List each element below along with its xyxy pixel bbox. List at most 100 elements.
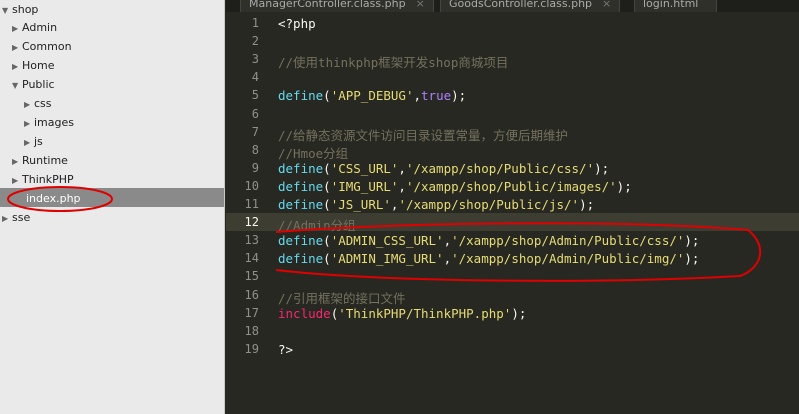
code-token: 'APP_DEBUG' <box>330 88 414 104</box>
chevron-right-icon[interactable]: ▶ <box>12 38 22 57</box>
tree-item-label: Home <box>22 59 55 72</box>
code-token: ); <box>684 233 700 249</box>
code-token: '/xampp/shop/Admin/Public/img/' <box>451 251 685 267</box>
tab-manager-controller[interactable]: ManagerController.class.php × <box>240 0 434 12</box>
line-number: 5 <box>251 88 259 103</box>
code-editor[interactable]: 1 2 3 4 5 6 7 8 9 10 11 12 13 14 15 16 17 18 19 <?php//使用t… <box>226 12 799 414</box>
code-token: '/xampp/shop/Public/css/' <box>405 160 595 176</box>
chevron-right-icon[interactable]: ▶ <box>2 209 12 228</box>
tree-item-css[interactable]: ▶ css <box>24 94 52 113</box>
code-line[interactable]: define('CSS_URL','/xampp/shop/Public/css… <box>278 161 609 176</box>
line-number: 3 <box>251 52 259 67</box>
tree-item-sse[interactable]: ▶ sse <box>2 208 30 227</box>
tree-item-label: Common <box>22 40 72 53</box>
code-token: ); <box>451 88 467 104</box>
code-token: ( <box>323 197 331 212</box>
code-line[interactable]: define('APP_DEBUG',true); <box>278 88 466 103</box>
code-token: <?php <box>278 16 316 31</box>
code-token: define <box>278 88 324 104</box>
tree-item-images[interactable]: ▶ images <box>24 113 74 132</box>
code-token: '/xampp/shop/Public/js/' <box>398 197 580 212</box>
code-token: ( <box>323 88 331 104</box>
chevron-right-icon[interactable]: ▶ <box>24 95 34 114</box>
line-number: 17 <box>244 305 259 320</box>
line-number: 16 <box>244 287 259 302</box>
tab-label: login.html <box>643 0 699 10</box>
code-line[interactable]: //引用框架的接口文件 <box>278 288 406 307</box>
code-token: ); <box>684 251 700 267</box>
code-line[interactable]: //给静态资源文件访问目录设置常量，方便后期维护 <box>278 125 568 144</box>
code-token: ); <box>579 197 595 212</box>
tree-item-label: index.php <box>26 192 81 205</box>
chevron-right-icon[interactable]: ▶ <box>12 171 22 190</box>
line-number: 8 <box>251 142 259 157</box>
tree-item-admin[interactable]: ▶ Admin <box>12 18 57 37</box>
chevron-down-icon[interactable]: ▼ <box>2 1 12 20</box>
code-token: define <box>278 233 324 249</box>
code-token: include <box>278 305 331 321</box>
code-token: , <box>398 178 406 194</box>
code-token: ); <box>616 178 632 194</box>
close-icon[interactable]: × <box>602 0 611 10</box>
code-line[interactable]: define('JS_URL','/xampp/shop/Public/js/'… <box>278 197 594 212</box>
code-line[interactable]: define('IMG_URL','/xampp/shop/Public/ima… <box>278 179 632 194</box>
code-token: , <box>413 88 422 104</box>
line-number: 10 <box>244 178 259 193</box>
tree-item-label: Admin <box>22 21 58 34</box>
line-number: 18 <box>244 323 259 338</box>
tree-item-js[interactable]: ▶ js <box>24 132 43 151</box>
code-token: //Admin分组 <box>278 218 356 234</box>
tree-item-label: css <box>34 97 52 110</box>
close-icon[interactable]: × <box>416 0 425 10</box>
line-number: 6 <box>251 106 259 121</box>
tree-item-label: js <box>34 135 43 148</box>
line-number: 13 <box>244 233 259 248</box>
tree-item-label: sse <box>12 211 31 224</box>
tab-goods-controller[interactable]: GoodsController.class.php × <box>440 0 621 12</box>
code-token: define <box>278 160 324 176</box>
code-token: ); <box>594 160 610 176</box>
tree-item-common[interactable]: ▶ Common <box>12 37 72 56</box>
code-token: ( <box>323 178 331 194</box>
code-line[interactable]: //Admin分组 <box>278 215 356 234</box>
line-number: 2 <box>251 34 259 49</box>
code-token: ( <box>323 160 331 176</box>
code-token: 'ThinkPHP/ThinkPHP.php' <box>338 305 512 321</box>
tab-label: GoodsController.class.php <box>449 0 593 10</box>
code-line[interactable]: //Hmoe分组 <box>278 143 348 162</box>
tree-item-label: Public <box>22 78 55 91</box>
code-line[interactable]: //使用thinkphp框架开发shop商城项目 <box>278 52 508 71</box>
tree-item-label: Runtime <box>22 154 68 167</box>
tree-item-index-php[interactable]: index.php <box>26 189 81 208</box>
chevron-right-icon[interactable]: ▶ <box>12 57 22 76</box>
code-token: , <box>398 160 406 176</box>
code-line[interactable]: include('ThinkPHP/ThinkPHP.php'); <box>278 306 526 321</box>
line-number: 9 <box>251 160 259 175</box>
code-line[interactable]: define('ADMIN_CSS_URL','/xampp/shop/Admi… <box>278 233 699 248</box>
chevron-right-icon[interactable]: ▶ <box>24 114 34 133</box>
code-token: 'JS_URL' <box>330 197 391 212</box>
code-token: '/xampp/shop/Public/images/' <box>405 178 617 194</box>
chevron-right-icon[interactable]: ▶ <box>12 152 22 171</box>
code-line[interactable]: define('ADMIN_IMG_URL','/xampp/shop/Admi… <box>278 251 699 266</box>
chevron-right-icon[interactable]: ▶ <box>12 19 22 38</box>
code-token: '/xampp/shop/Admin/Public/css/' <box>451 233 685 249</box>
code-token: 'IMG_URL' <box>330 178 399 194</box>
code-token: define <box>278 197 324 212</box>
tree-item-runtime[interactable]: ▶ Runtime <box>12 151 68 170</box>
code-token: ?> <box>278 341 294 357</box>
tree-item-home[interactable]: ▶ Home <box>12 56 54 75</box>
sidebar: ▼ shop ▶ Admin ▶ Common ▶ Home ▼ Public ▶ css … <box>0 0 225 414</box>
code-line[interactable]: <?php <box>278 16 316 31</box>
code-line[interactable]: ?> <box>278 342 293 357</box>
tab-label: ManagerController.class.php <box>249 0 406 10</box>
tree-item-shop[interactable]: ▼ shop <box>2 0 38 19</box>
line-number: 4 <box>251 70 259 85</box>
chevron-right-icon[interactable]: ▶ <box>24 133 34 152</box>
tree-item-thinkphp[interactable]: ▶ ThinkPHP <box>12 170 74 189</box>
chevron-down-icon[interactable]: ▼ <box>12 76 22 95</box>
tab-login-html[interactable]: login.html <box>634 0 718 12</box>
code-token: 'ADMIN_CSS_URL' <box>330 233 444 249</box>
code-token: , <box>443 251 452 267</box>
tree-item-public[interactable]: ▼ Public <box>12 75 55 94</box>
